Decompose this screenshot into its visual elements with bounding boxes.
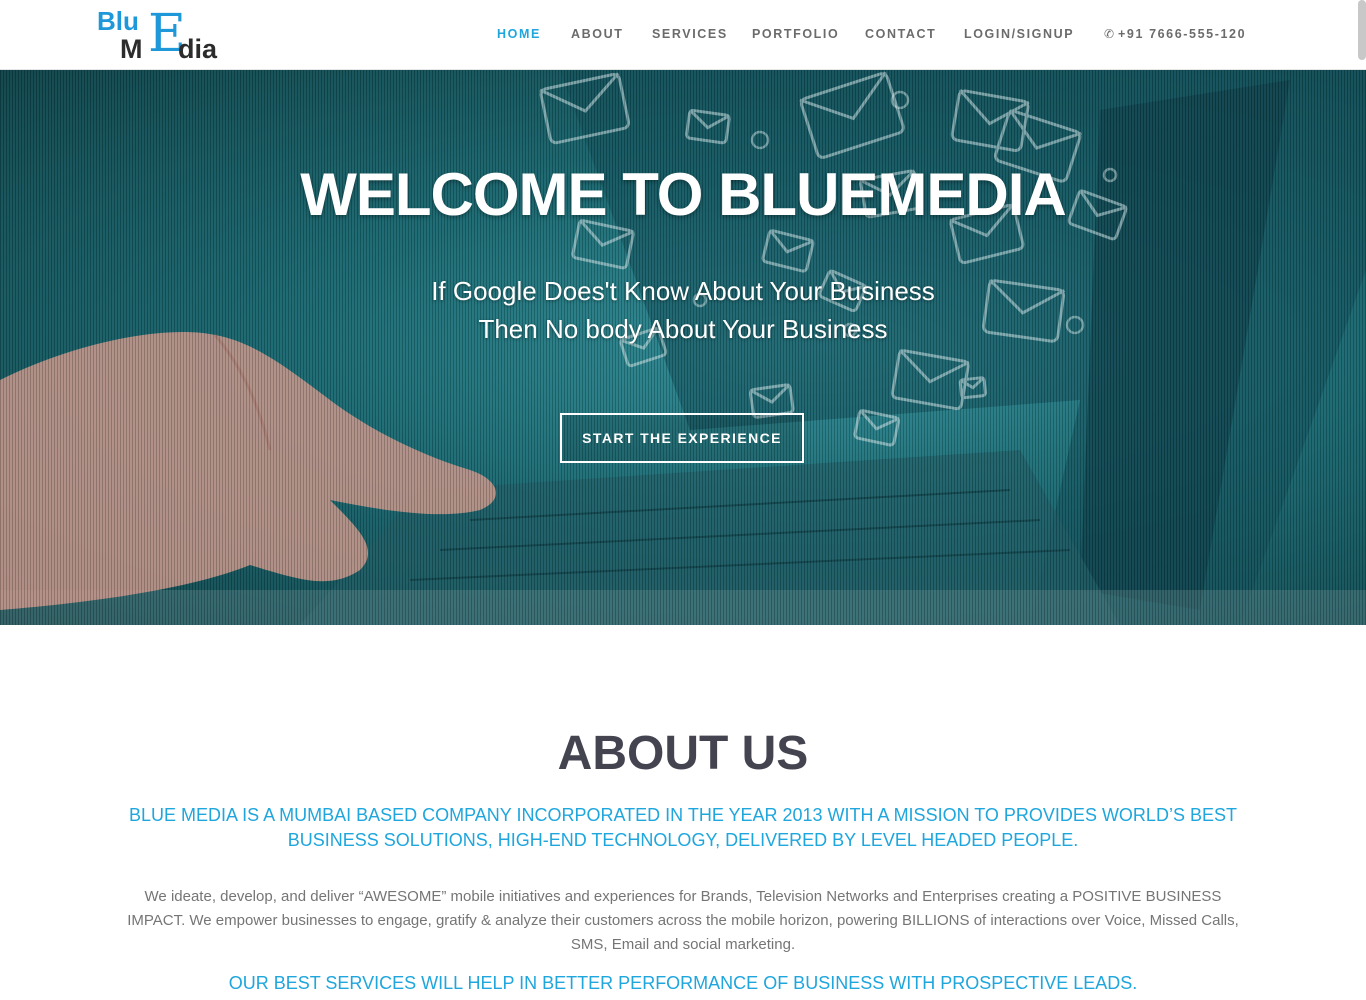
hero-banner: WELCOME TO BLUEMEDIA If Google Does't Kn… [0,70,1366,625]
logo-text-m: M [120,34,143,64]
top-navbar: Blu E M dia HOME ABOUT SERVICES PORTFOLI… [0,0,1366,70]
nav-portfolio[interactable]: PORTFOLIO [752,27,839,41]
about-body-text: We ideate, develop, and deliver “AWESOME… [127,888,1239,953]
hero-subtitle-line-2: Then No body About Your Business [478,314,888,344]
hero-scanline-overlay [0,70,1366,625]
bluemedia-logo[interactable]: Blu E M dia [96,4,226,64]
nav-contact[interactable]: CONTACT [865,27,936,41]
nav-phone[interactable]: ✆ +91 7666-555-120 [1104,27,1246,41]
logo-text-dia: dia [178,34,218,64]
hero-title: WELCOME TO BLUEMEDIA [300,161,1067,228]
about-lead-text: BLUE MEDIA IS A MUMBAI BASED COMPANY INC… [129,805,1237,850]
about-title: ABOUT US [557,727,809,780]
nav-home[interactable]: HOME [497,27,541,41]
hero-subtitle-line-1: If Google Does't Know About Your Busines… [431,276,935,306]
start-experience-button[interactable]: START THE EXPERIENCE [560,413,804,463]
about-services-lead-text: OUR BEST SERVICES WILL HELP IN BETTER PE… [228,973,1138,993]
nav-login-signup[interactable]: LOGIN/SIGNUP [964,27,1074,41]
logo-text-blu: Blu [97,6,139,36]
nav-about[interactable]: ABOUT [571,27,623,41]
phone-icon: ✆ [1104,27,1116,41]
nav-services[interactable]: SERVICES [652,27,728,41]
page-scrollbar[interactable] [1358,0,1366,60]
phone-number: +91 7666-555-120 [1118,27,1247,41]
